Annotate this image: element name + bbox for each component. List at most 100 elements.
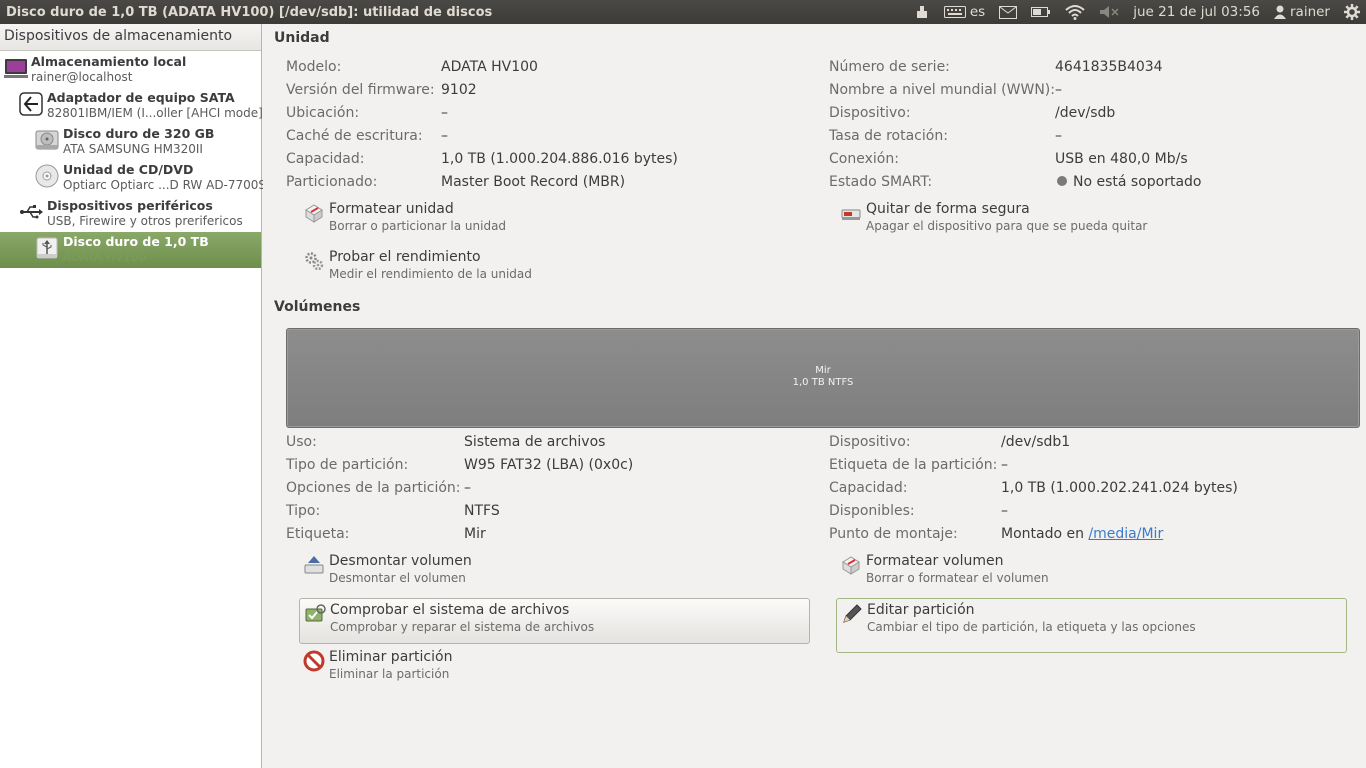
- action-subtitle: Apagar el dispositivo para que se pueda …: [866, 219, 1148, 233]
- check-filesystem-button[interactable]: Comprobar el sistema de archivos Comprob…: [299, 598, 810, 644]
- partition-type-value: W95 FAT32 (LBA) (0x0c): [464, 457, 634, 473]
- smart-status-label: Estado SMART:: [829, 174, 933, 190]
- sidebar-item-local-storage[interactable]: Almacenamiento local rainer@localhost: [0, 52, 261, 88]
- volume-muted-icon[interactable]: [1099, 5, 1119, 19]
- sidebar-item-sublabel: rainer@localhost: [31, 70, 133, 84]
- sidebar-item-sublabel: USB, Firewire y otros prerifericos: [47, 214, 243, 228]
- location-label: Ubicación:: [286, 105, 360, 121]
- available-value: –: [1001, 503, 1008, 519]
- rotation-rate-label: Tasa de rotación:: [829, 128, 948, 144]
- usage-value: Sistema de archivos: [464, 434, 606, 450]
- sidebar-item-optical-drive[interactable]: Unidad de CD/DVD Optiarc Optiarc ...D RW…: [0, 160, 266, 196]
- label-value: Mir: [464, 526, 486, 542]
- capacity-label: Capacidad:: [286, 151, 365, 167]
- action-title: Eliminar partición: [329, 649, 453, 665]
- gear-icon[interactable]: [1344, 4, 1360, 20]
- disk-activity-icon[interactable]: [914, 4, 930, 20]
- unmount-volume-button[interactable]: Desmontar volumen Desmontar el volumen: [299, 550, 809, 596]
- rotation-rate-value: –: [1055, 128, 1062, 144]
- sidebar-item-sata-adapter[interactable]: Adaptador de equipo SATA 82801IBM/IEM (I…: [0, 88, 263, 124]
- wifi-icon[interactable]: [1065, 4, 1085, 20]
- write-cache-value: –: [441, 128, 448, 144]
- gears-icon: [305, 252, 324, 271]
- optical-drive-icon: [35, 164, 59, 188]
- sidebar-item-hdd-320[interactable]: Disco duro de 320 GB ATA SAMSUNG HM320II: [0, 124, 261, 160]
- location-value: –: [441, 105, 448, 121]
- clock-datetime[interactable]: jue 21 de jul 03:56: [1133, 4, 1260, 20]
- unmount-icon: [304, 556, 324, 574]
- fs-type-label: Tipo:: [286, 503, 321, 519]
- status-dot-icon: [1057, 176, 1067, 186]
- sidebar-item-peripherals[interactable]: Dispositivos periféricos USB, Firewire y…: [0, 196, 261, 232]
- partition-label-value: –: [1001, 457, 1008, 473]
- firmware-value: 9102: [441, 82, 477, 98]
- eject-drive-icon: [841, 209, 861, 220]
- indicator-area: es jue 21 de jul 03:56 rainer: [914, 0, 1366, 24]
- fs-type-value: NTFS: [464, 503, 500, 519]
- action-title: Editar partición: [867, 602, 975, 618]
- format-drive-button[interactable]: Formatear unidad Borrar o particionar la…: [299, 198, 809, 244]
- write-cache-label: Caché de escritura:: [286, 128, 423, 144]
- top-panel: Disco duro de 1,0 TB (ADATA HV100) [/dev…: [0, 0, 1366, 24]
- format-icon: [842, 556, 860, 575]
- action-title: Desmontar volumen: [329, 553, 472, 569]
- delete-partition-button[interactable]: Eliminar partición Eliminar la partición: [299, 646, 809, 692]
- available-label: Disponibles:: [829, 503, 915, 519]
- connection-label: Conexión:: [829, 151, 899, 167]
- capacity-value: 1,0 TB (1.000.204.886.016 bytes): [441, 151, 678, 167]
- mount-point-prefix: Montado en: [1001, 526, 1089, 542]
- device-value: /dev/sdb: [1055, 105, 1116, 121]
- volume-device-label: Dispositivo:: [829, 434, 911, 450]
- format-volume-button[interactable]: Formatear volumen Borrar o formatear el …: [836, 550, 1346, 596]
- window-title: Disco duro de 1,0 TB (ADATA HV100) [/dev…: [6, 4, 493, 20]
- computer-icon: [4, 59, 28, 78]
- volume-partition-block[interactable]: Mir 1,0 TB NTFS: [286, 328, 1360, 428]
- serial-label: Número de serie:: [829, 59, 950, 75]
- partitioning-label: Particionado:: [286, 174, 378, 190]
- keyboard-layout-label: es: [969, 4, 986, 20]
- action-subtitle: Desmontar el volumen: [329, 571, 466, 585]
- storage-devices-sidebar: Dispositivos de almacenamiento Almacenam…: [0, 24, 266, 768]
- sidebar-item-label: Adaptador de equipo SATA: [47, 90, 235, 105]
- smart-status-value: No está soportado: [1057, 174, 1202, 190]
- edit-partition-button[interactable]: Editar partición Cambiar el tipo de part…: [836, 598, 1347, 653]
- sidebar-item-sublabel: Optiarc Optiarc ...D RW AD-7700S: [63, 178, 267, 192]
- model-value: ADATA HV100: [441, 59, 538, 75]
- action-subtitle: Borrar o particionar la unidad: [329, 219, 507, 233]
- volumes-section-title: Volúmenes: [274, 299, 361, 315]
- battery-icon[interactable]: [1031, 6, 1051, 18]
- usb-disk-icon: [36, 237, 58, 259]
- sidebar-item-hdd-1tb[interactable]: Disco duro de 1,0 TB ADATA HV100: [0, 232, 261, 268]
- safe-remove-button[interactable]: Quitar de forma segura Apagar el disposi…: [836, 198, 1346, 244]
- mail-icon[interactable]: [999, 5, 1018, 19]
- partition-options-value: –: [464, 480, 471, 496]
- label-label: Etiqueta:: [286, 526, 350, 542]
- delete-icon: [303, 650, 325, 672]
- serial-value: 4641835B4034: [1055, 59, 1163, 75]
- usb-icon: [20, 205, 43, 219]
- mount-point-label: Punto de montaje:: [829, 526, 958, 542]
- keyboard-indicator[interactable]: es: [943, 4, 986, 20]
- sidebar-item-label: Almacenamiento local: [31, 54, 187, 69]
- usage-label: Uso:: [286, 434, 317, 450]
- action-title: Formatear volumen: [866, 553, 1004, 569]
- user-name: rainer: [1290, 4, 1330, 20]
- hard-disk-icon: [35, 130, 59, 150]
- firmware-label: Versión del firmware:: [286, 82, 435, 98]
- check-filesystem-icon: [305, 604, 326, 622]
- sidebar-item-sublabel: ADATA HV100: [63, 250, 147, 264]
- volume-device-value: /dev/sdb1: [1001, 434, 1071, 450]
- connection-value: USB en 480,0 Mb/s: [1055, 151, 1188, 167]
- action-title: Probar el rendimiento: [329, 249, 481, 265]
- main-panel: Unidad Modelo: ADATA HV100 Versión del f…: [263, 24, 1366, 768]
- user-menu[interactable]: rainer: [1274, 4, 1330, 20]
- action-subtitle: Cambiar el tipo de partición, la etiquet…: [867, 620, 1196, 634]
- pencil-icon: [843, 604, 862, 623]
- benchmark-button[interactable]: Probar el rendimiento Medir el rendimien…: [299, 246, 809, 292]
- mount-point-link[interactable]: /media/Mir: [1088, 526, 1163, 542]
- sidebar-item-sublabel: 82801IBM/IEM (I...oller [AHCI mode]: [47, 106, 263, 120]
- wwn-value: –: [1055, 82, 1062, 98]
- action-subtitle: Borrar o formatear el volumen: [866, 571, 1049, 585]
- user-icon: [1274, 5, 1286, 19]
- volume-name: Mir: [815, 365, 831, 376]
